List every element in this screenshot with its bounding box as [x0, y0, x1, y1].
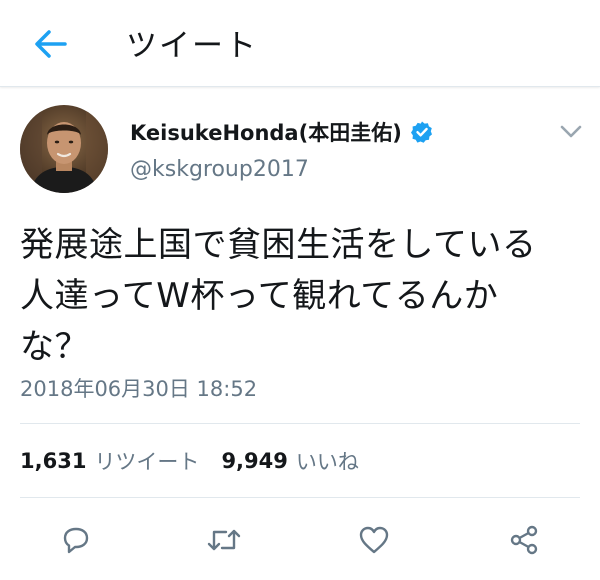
user-handle[interactable]: @kskgroup2017	[130, 157, 309, 182]
retweet-button[interactable]	[204, 520, 244, 560]
page-title: ツイート	[126, 28, 258, 64]
back-arrow-icon	[35, 30, 67, 58]
tweet-text-line: 人達ってW杯って観れてるんか	[20, 276, 499, 316]
chevron-down-icon[interactable]	[558, 122, 584, 142]
tweet-timestamp[interactable]: 2018年06月30日 18:52	[20, 373, 257, 403]
author-name-row[interactable]: KeisukeHonda(本田圭佑)	[130, 117, 434, 147]
share-icon	[510, 525, 538, 555]
display-name[interactable]: KeisukeHonda(本田圭佑)	[130, 117, 402, 147]
top-bar: ツイート	[0, 0, 600, 87]
reply-button[interactable]	[56, 520, 96, 560]
retweet-count[interactable]: 1,631	[20, 449, 86, 473]
divider	[20, 497, 580, 498]
avatar-photo	[20, 105, 108, 193]
retweet-label[interactable]: リツイート	[94, 446, 199, 476]
retweet-icon	[207, 529, 241, 551]
share-button[interactable]	[504, 520, 544, 560]
divider	[20, 423, 580, 424]
back-button[interactable]	[28, 26, 72, 62]
like-label[interactable]: いいね	[296, 446, 359, 476]
tweet-text-line: 発展途上国で貧困生活をしている	[20, 225, 537, 265]
like-count[interactable]: 9,949	[221, 449, 287, 473]
tweet-text: 発展途上国で貧困生活をしている 人達ってW杯って観れてるんか な？	[20, 220, 585, 373]
tweet-text-line: な？	[20, 327, 89, 367]
reply-icon	[63, 527, 89, 554]
avatar[interactable]	[20, 105, 108, 193]
like-icon	[359, 526, 389, 554]
verified-badge-icon	[410, 121, 432, 143]
like-button[interactable]	[354, 520, 394, 560]
tweet-stats: 1,631 リツイート 9,949 いいね	[20, 446, 359, 476]
